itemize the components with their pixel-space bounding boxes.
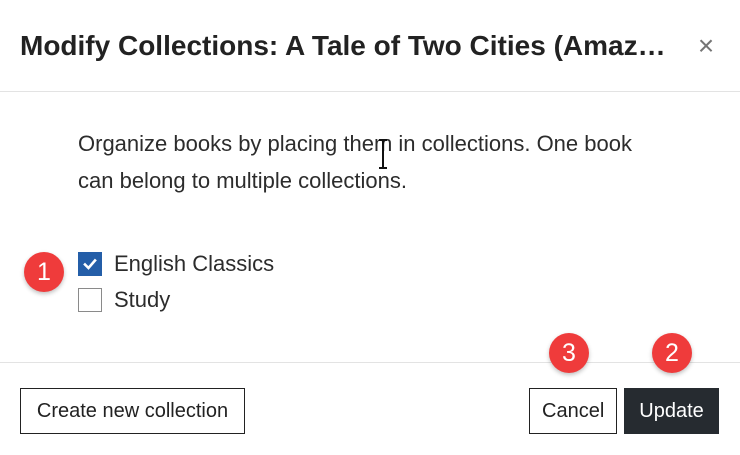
collection-label: English Classics (114, 251, 275, 276)
collection-item-english-classics[interactable]: English Classics (78, 246, 274, 282)
checkmark-icon (83, 258, 97, 270)
create-new-collection-button[interactable]: Create new collection (20, 388, 245, 434)
dialog-description: Organize books by placing them in collec… (78, 131, 632, 193)
collection-list: English Classics Study (78, 246, 274, 318)
dialog-title: Modify Collections: A Tale of Two Cities… (20, 30, 670, 61)
collection-item-study[interactable]: Study (78, 282, 274, 318)
update-button[interactable]: Update (624, 388, 719, 434)
cancel-button[interactable]: Cancel (529, 388, 617, 434)
study-checkbox[interactable] (78, 288, 102, 312)
annotation-badge-2: 2 (652, 333, 692, 373)
annotation-badge-3: 3 (549, 333, 589, 373)
modify-collections-dialog: Modify Collections: A Tale of Two Cities… (0, 0, 740, 455)
dialog-header: Modify Collections: A Tale of Two Cities… (0, 0, 740, 92)
close-icon[interactable]: × (690, 30, 722, 62)
collection-label: Study (114, 287, 171, 312)
annotation-badge-1: 1 (24, 252, 64, 292)
text-cursor-icon (379, 139, 387, 169)
dialog-footer: Create new collection Cancel Update (0, 362, 740, 455)
english-classics-checkbox[interactable] (78, 252, 102, 276)
